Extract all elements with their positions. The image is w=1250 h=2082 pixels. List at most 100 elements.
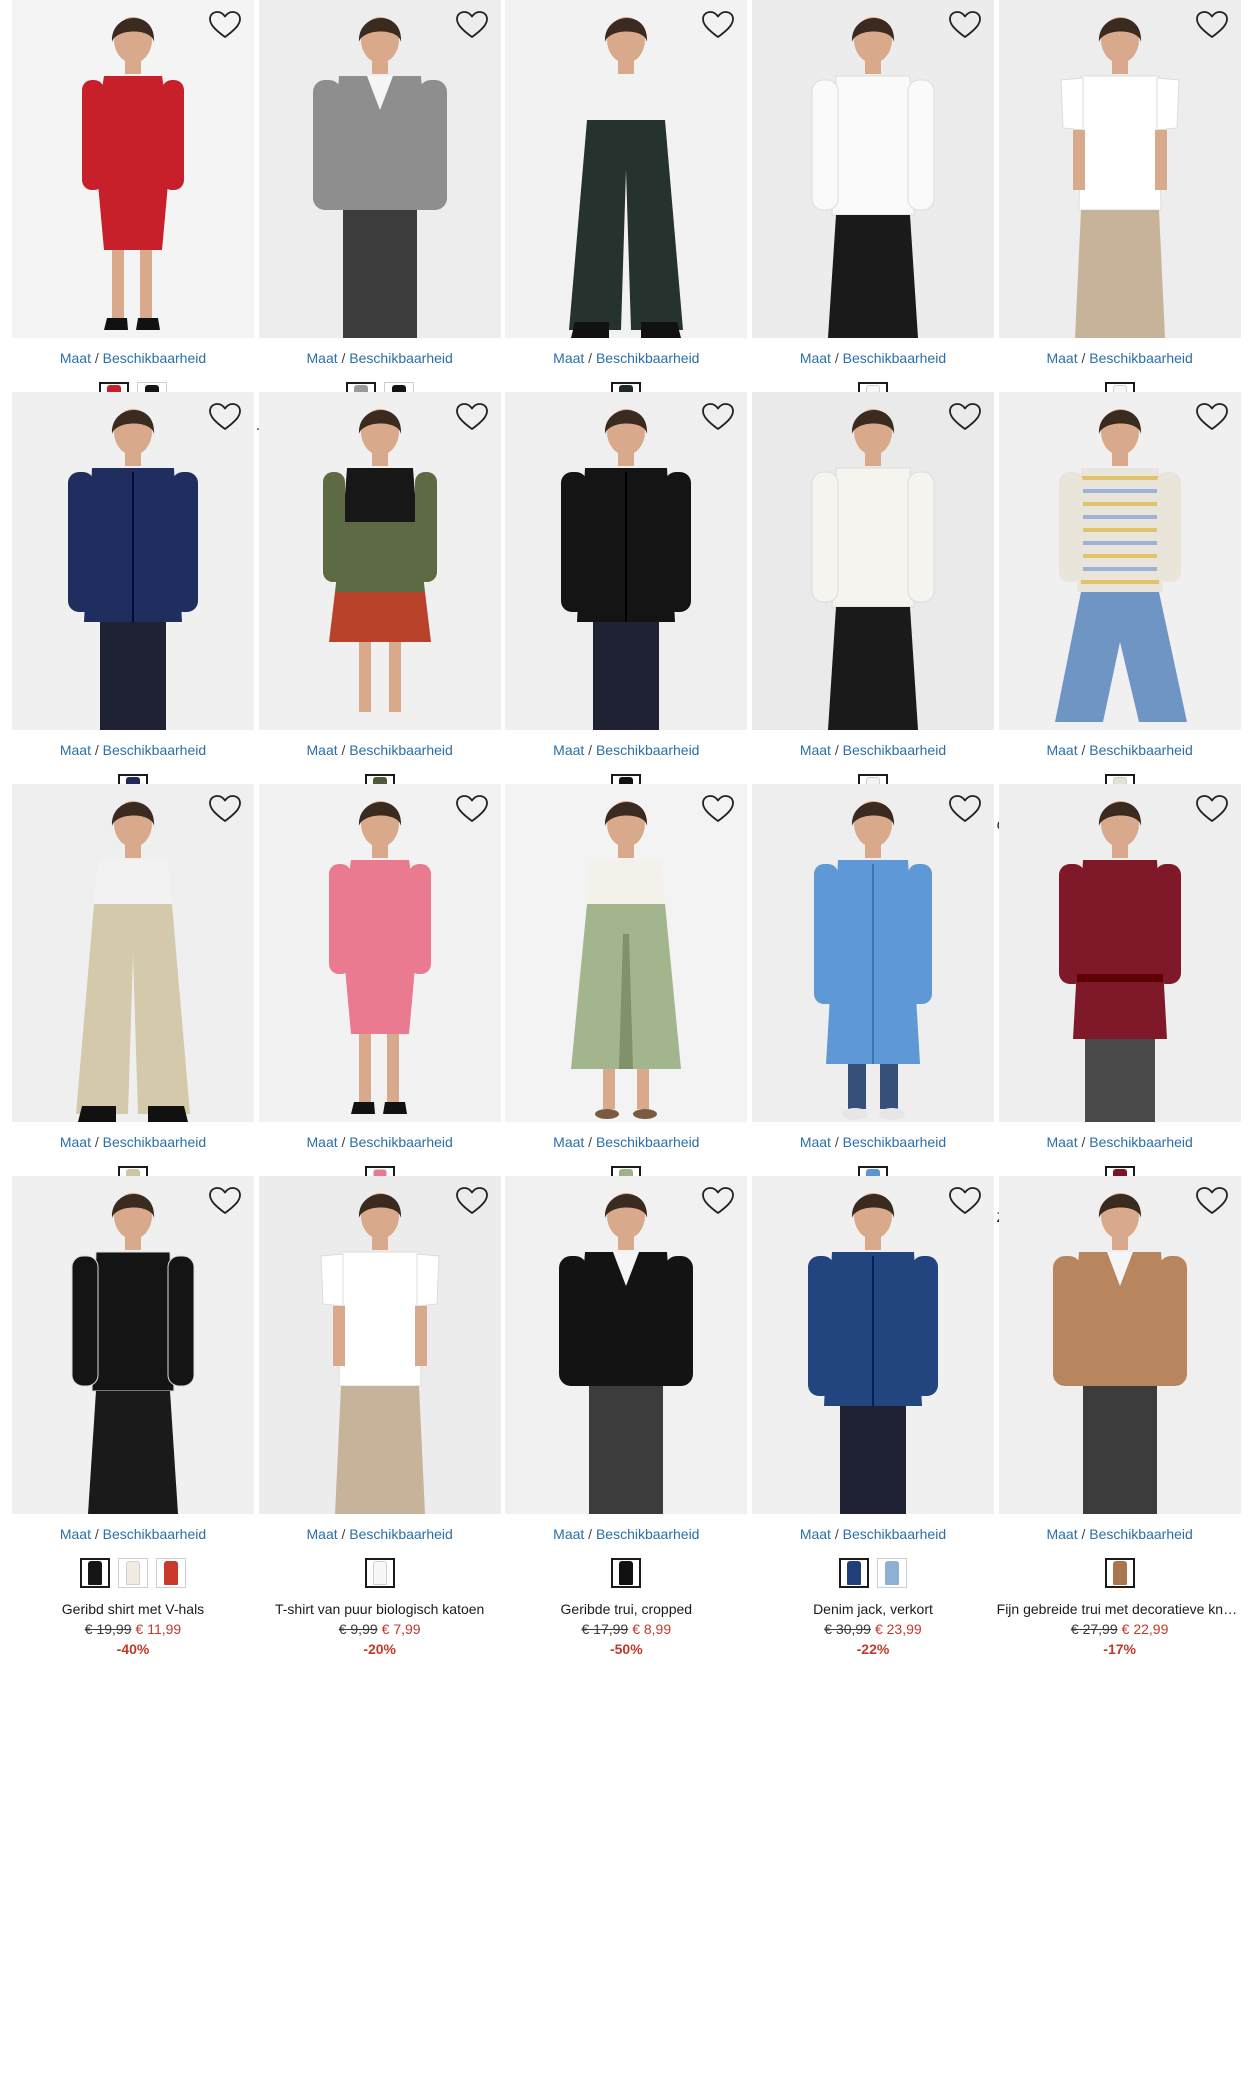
size-label: Maat: [306, 742, 338, 758]
product-name[interactable]: Geribde trui, cropped: [503, 1601, 749, 1617]
heart-icon[interactable]: [701, 794, 735, 824]
product-image[interactable]: [258, 0, 501, 338]
product-name[interactable]: T-shirt van puur biologisch katoen: [257, 1601, 503, 1617]
size-availability-link[interactable]: Maat / Beschikbaarheid: [505, 1526, 747, 1542]
color-swatch[interactable]: [364, 1558, 395, 1588]
heart-icon[interactable]: [455, 402, 489, 432]
availability-label: Beschikbaarheid: [1089, 1526, 1193, 1542]
availability-label: Beschikbaarheid: [842, 742, 947, 758]
product-image[interactable]: [751, 0, 994, 338]
size-label: Maat: [306, 350, 338, 366]
size-availability-link[interactable]: Maat / Beschikbaarheid: [259, 742, 501, 758]
size-separator: /: [341, 1134, 346, 1150]
size-availability-link[interactable]: Maat / Beschikbaarheid: [999, 1526, 1241, 1542]
size-separator: /: [341, 350, 346, 366]
size-label: Maat: [553, 1526, 585, 1542]
product-image[interactable]: [751, 392, 994, 730]
availability-label: Beschikbaarheid: [349, 350, 453, 366]
product-image[interactable]: [505, 1176, 748, 1514]
color-swatch[interactable]: [156, 1558, 186, 1588]
product-image[interactable]: [12, 1176, 254, 1514]
heart-icon[interactable]: [1195, 794, 1229, 824]
product-card[interactable]: Maat / Beschikbaarheid Fijn gebreide tru…: [997, 1176, 1243, 1676]
product-image[interactable]: [505, 392, 748, 730]
product-card[interactable]: Maat / Beschikbaarheid Geribd shirt met …: [12, 1176, 254, 1676]
size-availability-link[interactable]: Maat / Beschikbaarheid: [999, 1134, 1241, 1150]
heart-icon[interactable]: [1195, 402, 1229, 432]
color-swatch[interactable]: [611, 1558, 642, 1588]
heart-icon[interactable]: [208, 1186, 242, 1216]
product-image[interactable]: [998, 392, 1241, 730]
heart-icon[interactable]: [701, 1186, 735, 1216]
heart-icon[interactable]: [455, 794, 489, 824]
availability-label: Beschikbaarheid: [595, 350, 700, 366]
heart-icon[interactable]: [455, 10, 489, 40]
heart-icon[interactable]: [701, 10, 735, 40]
size-separator: /: [94, 1526, 99, 1542]
heart-icon[interactable]: [948, 1186, 982, 1216]
size-availability-link[interactable]: Maat / Beschikbaarheid: [999, 350, 1241, 366]
size-availability-link[interactable]: Maat / Beschikbaarheid: [259, 350, 501, 366]
size-availability-link[interactable]: Maat / Beschikbaarheid: [999, 742, 1241, 758]
product-image[interactable]: [751, 784, 994, 1122]
product-name[interactable]: Fijn gebreide trui met decoratieve knope…: [997, 1601, 1243, 1617]
product-image[interactable]: [751, 1176, 994, 1514]
product-image[interactable]: [12, 0, 254, 338]
color-swatch[interactable]: [838, 1558, 869, 1588]
size-label: Maat: [799, 1526, 831, 1542]
size-availability-link[interactable]: Maat / Beschikbaarheid: [259, 1134, 501, 1150]
heart-icon[interactable]: [948, 794, 982, 824]
size-availability-link[interactable]: Maat / Beschikbaarheid: [752, 1134, 994, 1150]
size-availability-link[interactable]: Maat / Beschikbaarheid: [12, 1526, 254, 1542]
product-card[interactable]: Maat / Beschikbaarheid T-shirt van puur …: [257, 1176, 503, 1676]
size-availability-link[interactable]: Maat / Beschikbaarheid: [752, 350, 994, 366]
heart-icon[interactable]: [1195, 10, 1229, 40]
product-card[interactable]: Maat / Beschikbaarheid Denim jack, verko…: [750, 1176, 996, 1676]
size-availability-link[interactable]: Maat / Beschikbaarheid: [752, 742, 994, 758]
size-label: Maat: [1046, 742, 1078, 758]
availability-label: Beschikbaarheid: [102, 1134, 207, 1150]
size-availability-link[interactable]: Maat / Beschikbaarheid: [505, 350, 747, 366]
heart-icon[interactable]: [701, 402, 735, 432]
heart-icon[interactable]: [948, 402, 982, 432]
discount-badge: -40%: [116, 1641, 150, 1657]
color-swatch[interactable]: [118, 1558, 148, 1588]
discount-badge: -50%: [609, 1641, 643, 1657]
product-image[interactable]: [258, 784, 501, 1122]
heart-icon[interactable]: [208, 794, 242, 824]
size-label: Maat: [1046, 1526, 1078, 1542]
product-image[interactable]: [505, 0, 748, 338]
heart-icon[interactable]: [208, 402, 242, 432]
color-swatch[interactable]: [1104, 1558, 1135, 1588]
size-availability-link[interactable]: Maat / Beschikbaarheid: [259, 1526, 501, 1542]
price-line: € 9,99€ 7,99: [259, 1621, 501, 1637]
product-image[interactable]: [12, 784, 254, 1122]
product-image[interactable]: [998, 784, 1241, 1122]
sale-price: € 8,99: [632, 1621, 672, 1637]
size-availability-link[interactable]: Maat / Beschikbaarheid: [752, 1526, 994, 1542]
size-availability-link[interactable]: Maat / Beschikbaarheid: [505, 1134, 747, 1150]
product-image[interactable]: [505, 784, 748, 1122]
sale-price: € 11,99: [135, 1621, 182, 1637]
product-name[interactable]: Geribd shirt met V-hals: [10, 1601, 256, 1617]
availability-label: Beschikbaarheid: [1089, 350, 1193, 366]
product-image[interactable]: [998, 1176, 1241, 1514]
size-separator: /: [341, 1526, 346, 1542]
size-availability-link[interactable]: Maat / Beschikbaarheid: [505, 742, 747, 758]
product-image[interactable]: [998, 0, 1241, 338]
heart-icon[interactable]: [1195, 1186, 1229, 1216]
product-image[interactable]: [258, 392, 501, 730]
color-swatch[interactable]: [876, 1558, 907, 1588]
product-card[interactable]: Maat / Beschikbaarheid Geribde trui, cro…: [503, 1176, 749, 1676]
size-availability-link[interactable]: Maat / Beschikbaarheid: [12, 742, 254, 758]
heart-icon[interactable]: [948, 10, 982, 40]
size-availability-link[interactable]: Maat / Beschikbaarheid: [12, 1134, 254, 1150]
size-availability-link[interactable]: Maat / Beschikbaarheid: [12, 350, 254, 366]
product-name[interactable]: Denim jack, verkort: [750, 1601, 996, 1617]
product-image[interactable]: [12, 392, 254, 730]
heart-icon[interactable]: [455, 1186, 489, 1216]
product-image[interactable]: [258, 1176, 501, 1514]
color-swatch[interactable]: [80, 1558, 110, 1588]
old-price: € 9,99: [338, 1621, 378, 1637]
heart-icon[interactable]: [208, 10, 242, 40]
